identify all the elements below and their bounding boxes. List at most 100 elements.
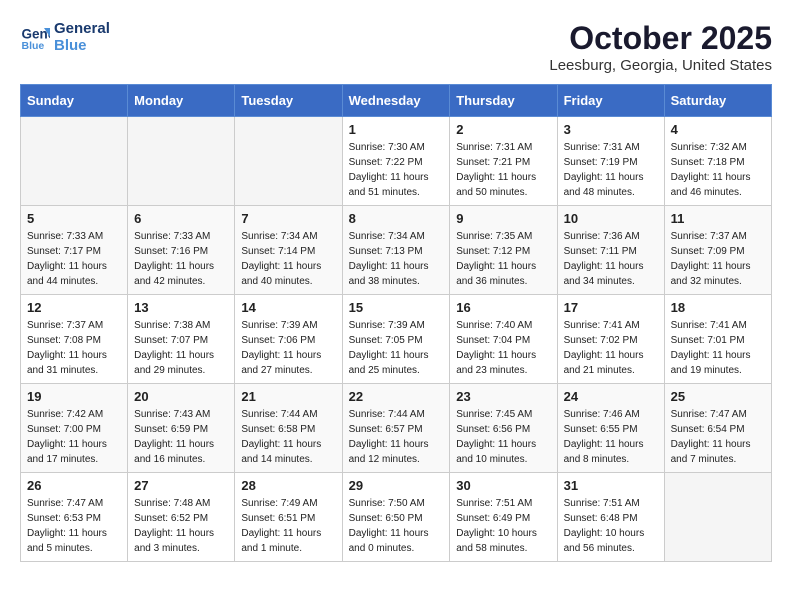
day-info: Sunrise: 7:41 AM Sunset: 7:01 PM Dayligh… (671, 318, 765, 378)
weekday-saturday: Saturday (664, 85, 771, 117)
week-row-5: 26Sunrise: 7:47 AM Sunset: 6:53 PM Dayli… (21, 473, 772, 562)
day-info: Sunrise: 7:37 AM Sunset: 7:09 PM Dayligh… (671, 229, 765, 289)
day-info: Sunrise: 7:42 AM Sunset: 7:00 PM Dayligh… (27, 407, 121, 467)
calendar-cell: 15 Sunrise: 7:39 AM Sunset: 7:05 PM Dayli… (342, 295, 450, 384)
day-number: 28 (241, 478, 335, 493)
day-number: 29 (349, 478, 444, 493)
calendar-cell: 13 Sunrise: 7:38 AM Sunset: 7:07 PM Dayli… (128, 295, 235, 384)
calendar-body: 1 Sunrise: 7:30 AM Sunset: 7:22 PM Daylig… (21, 117, 772, 562)
calendar-cell: 14 Sunrise: 7:39 AM Sunset: 7:06 PM Dayli… (235, 295, 342, 384)
day-number: 30 (456, 478, 550, 493)
week-row-1: 1 Sunrise: 7:30 AM Sunset: 7:22 PM Daylig… (21, 117, 772, 206)
day-number: 18 (671, 300, 765, 315)
day-number: 23 (456, 389, 550, 404)
calendar-cell: 16 Sunrise: 7:40 AM Sunset: 7:04 PM Dayli… (450, 295, 557, 384)
day-number: 10 (564, 211, 658, 226)
weekday-header-row: SundayMondayTuesdayWednesdayThursdayFrid… (21, 85, 772, 117)
day-info: Sunrise: 7:49 AM Sunset: 6:51 PM Dayligh… (241, 496, 335, 556)
day-info: Sunrise: 7:31 AM Sunset: 7:21 PM Dayligh… (456, 140, 550, 200)
weekday-friday: Friday (557, 85, 664, 117)
calendar-cell (21, 117, 128, 206)
day-info: Sunrise: 7:32 AM Sunset: 7:18 PM Dayligh… (671, 140, 765, 200)
day-info: Sunrise: 7:36 AM Sunset: 7:11 PM Dayligh… (564, 229, 658, 289)
day-info: Sunrise: 7:47 AM Sunset: 6:54 PM Dayligh… (671, 407, 765, 467)
calendar-cell: 10 Sunrise: 7:36 AM Sunset: 7:11 PM Dayli… (557, 206, 664, 295)
calendar-cell: 23 Sunrise: 7:45 AM Sunset: 6:56 PM Dayli… (450, 384, 557, 473)
calendar-cell: 28 Sunrise: 7:49 AM Sunset: 6:51 PM Dayli… (235, 473, 342, 562)
weekday-wednesday: Wednesday (342, 85, 450, 117)
day-info: Sunrise: 7:46 AM Sunset: 6:55 PM Dayligh… (564, 407, 658, 467)
calendar-cell: 4 Sunrise: 7:32 AM Sunset: 7:18 PM Daylig… (664, 117, 771, 206)
day-info: Sunrise: 7:38 AM Sunset: 7:07 PM Dayligh… (134, 318, 228, 378)
calendar-cell: 8 Sunrise: 7:34 AM Sunset: 7:13 PM Daylig… (342, 206, 450, 295)
calendar-cell: 21Sunrise: 7:44 AM Sunset: 6:58 PM Dayli… (235, 384, 342, 473)
calendar-cell: 17Sunrise: 7:41 AM Sunset: 7:02 PM Dayli… (557, 295, 664, 384)
day-info: Sunrise: 7:41 AM Sunset: 7:02 PM Dayligh… (564, 318, 658, 378)
calendar-cell: 3 Sunrise: 7:31 AM Sunset: 7:19 PM Daylig… (557, 117, 664, 206)
day-info: Sunrise: 7:39 AM Sunset: 7:05 PM Dayligh… (349, 318, 444, 378)
day-number: 6 (134, 211, 228, 226)
logo-icon: General Blue (20, 22, 50, 52)
day-number: 24 (564, 389, 658, 404)
logo-line1: General (54, 20, 110, 37)
weekday-tuesday: Tuesday (235, 85, 342, 117)
calendar-cell: 20Sunrise: 7:43 AM Sunset: 6:59 PM Dayli… (128, 384, 235, 473)
day-number: 25 (671, 389, 765, 404)
calendar-cell: 30 Sunrise: 7:51 AM Sunset: 6:49 PM Dayli… (450, 473, 557, 562)
day-info: Sunrise: 7:33 AM Sunset: 7:16 PM Dayligh… (134, 229, 228, 289)
calendar-cell (664, 473, 771, 562)
day-info: Sunrise: 7:35 AM Sunset: 7:12 PM Dayligh… (456, 229, 550, 289)
day-number: 16 (456, 300, 550, 315)
day-number: 2 (456, 122, 550, 137)
calendar-cell: 11Sunrise: 7:37 AM Sunset: 7:09 PM Dayli… (664, 206, 771, 295)
day-number: 5 (27, 211, 121, 226)
week-row-2: 5Sunrise: 7:33 AM Sunset: 7:17 PM Daylig… (21, 206, 772, 295)
day-info: Sunrise: 7:51 AM Sunset: 6:49 PM Dayligh… (456, 496, 550, 556)
day-info: Sunrise: 7:31 AM Sunset: 7:19 PM Dayligh… (564, 140, 658, 200)
day-number: 13 (134, 300, 228, 315)
day-number: 27 (134, 478, 228, 493)
calendar-cell: 9 Sunrise: 7:35 AM Sunset: 7:12 PM Daylig… (450, 206, 557, 295)
month-title: October 2025 (549, 20, 772, 57)
day-info: Sunrise: 7:30 AM Sunset: 7:22 PM Dayligh… (349, 140, 444, 200)
calendar-cell: 22 Sunrise: 7:44 AM Sunset: 6:57 PM Dayli… (342, 384, 450, 473)
calendar-cell: 18 Sunrise: 7:41 AM Sunset: 7:01 PM Dayli… (664, 295, 771, 384)
calendar-cell: 12 Sunrise: 7:37 AM Sunset: 7:08 PM Dayli… (21, 295, 128, 384)
day-info: Sunrise: 7:44 AM Sunset: 6:58 PM Dayligh… (241, 407, 335, 467)
day-number: 22 (349, 389, 444, 404)
day-number: 7 (241, 211, 335, 226)
day-info: Sunrise: 7:37 AM Sunset: 7:08 PM Dayligh… (27, 318, 121, 378)
calendar-cell: 31 Sunrise: 7:51 AM Sunset: 6:48 PM Dayli… (557, 473, 664, 562)
logo-line2: Blue (54, 37, 110, 54)
calendar-cell (128, 117, 235, 206)
day-number: 19 (27, 389, 121, 404)
day-number: 12 (27, 300, 121, 315)
day-number: 3 (564, 122, 658, 137)
day-number: 8 (349, 211, 444, 226)
calendar-cell: 24 Sunrise: 7:46 AM Sunset: 6:55 PM Dayli… (557, 384, 664, 473)
day-number: 14 (241, 300, 335, 315)
week-row-3: 12 Sunrise: 7:37 AM Sunset: 7:08 PM Dayli… (21, 295, 772, 384)
day-info: Sunrise: 7:40 AM Sunset: 7:04 PM Dayligh… (456, 318, 550, 378)
day-info: Sunrise: 7:34 AM Sunset: 7:13 PM Dayligh… (349, 229, 444, 289)
day-info: Sunrise: 7:39 AM Sunset: 7:06 PM Dayligh… (241, 318, 335, 378)
day-number: 31 (564, 478, 658, 493)
calendar-table: SundayMondayTuesdayWednesdayThursdayFrid… (20, 84, 772, 562)
page-header: General Blue General Blue October 2025 L… (20, 20, 772, 74)
day-number: 15 (349, 300, 444, 315)
calendar-cell (235, 117, 342, 206)
location: Leesburg, Georgia, United States (549, 57, 772, 74)
day-number: 1 (349, 122, 444, 137)
logo: General Blue General Blue (20, 20, 110, 54)
day-number: 9 (456, 211, 550, 226)
weekday-sunday: Sunday (21, 85, 128, 117)
weekday-thursday: Thursday (450, 85, 557, 117)
day-info: Sunrise: 7:44 AM Sunset: 6:57 PM Dayligh… (349, 407, 444, 467)
day-number: 4 (671, 122, 765, 137)
day-info: Sunrise: 7:51 AM Sunset: 6:48 PM Dayligh… (564, 496, 658, 556)
calendar-cell: 29Sunrise: 7:50 AM Sunset: 6:50 PM Dayli… (342, 473, 450, 562)
calendar-cell: 5Sunrise: 7:33 AM Sunset: 7:17 PM Daylig… (21, 206, 128, 295)
day-number: 20 (134, 389, 228, 404)
day-info: Sunrise: 7:45 AM Sunset: 6:56 PM Dayligh… (456, 407, 550, 467)
calendar-cell: 19 Sunrise: 7:42 AM Sunset: 7:00 PM Dayli… (21, 384, 128, 473)
